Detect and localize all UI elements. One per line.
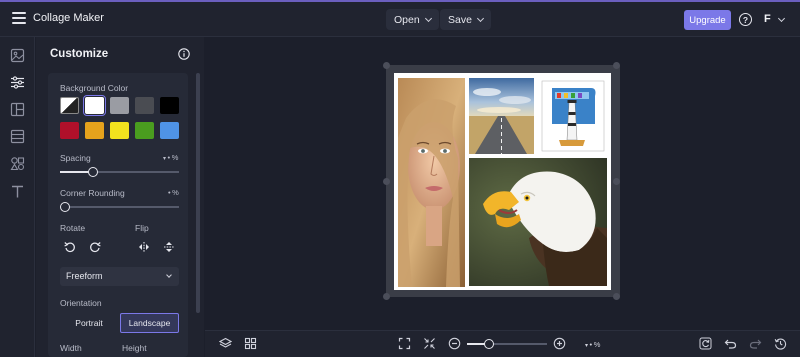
info-icon[interactable] bbox=[178, 48, 190, 60]
panel-title: Customize bbox=[50, 48, 109, 60]
value-dot-icon: • bbox=[589, 340, 593, 349]
orientation-portrait-button[interactable]: Portrait bbox=[60, 313, 118, 333]
redo-icon[interactable] bbox=[749, 337, 762, 350]
resize-handle[interactable] bbox=[383, 293, 390, 300]
resize-handle[interactable] bbox=[613, 62, 620, 69]
corner-rounding-unit: % bbox=[172, 188, 179, 197]
color-swatch[interactable] bbox=[83, 95, 106, 116]
road-horizon-photo[interactable] bbox=[469, 78, 534, 154]
tool-rail bbox=[0, 37, 35, 357]
zoom-value: ▾ • % bbox=[585, 340, 600, 349]
app-root: Collage Maker Open Save Upgrade ? F Cust… bbox=[0, 0, 800, 357]
panel-scrollbar[interactable] bbox=[196, 73, 200, 313]
crop-ratio-select[interactable]: Freeform bbox=[60, 267, 179, 286]
spacing-label: Spacing bbox=[60, 153, 91, 163]
corner-rounding-slider-thumb[interactable] bbox=[60, 202, 70, 212]
height-label: Height bbox=[122, 343, 147, 353]
user-avatar[interactable]: F bbox=[764, 13, 771, 25]
chevron-down-icon bbox=[424, 14, 432, 22]
rotate-label: Rotate bbox=[60, 223, 86, 233]
upgrade-button[interactable]: Upgrade bbox=[684, 10, 731, 30]
color-swatch[interactable] bbox=[85, 122, 104, 139]
grid-icon[interactable] bbox=[244, 337, 257, 350]
rotate-right-icon[interactable] bbox=[88, 240, 102, 254]
value-dot-icon: • bbox=[168, 188, 171, 197]
color-swatch[interactable] bbox=[135, 122, 154, 139]
background-color-label: Background Color bbox=[60, 83, 129, 93]
zoom-in-icon[interactable] bbox=[553, 337, 566, 350]
spacing-value: ▾ • % bbox=[163, 153, 178, 162]
spacing-unit: % bbox=[171, 153, 179, 162]
color-swatch[interactable] bbox=[135, 97, 154, 114]
zoom-unit: % bbox=[593, 340, 601, 349]
width-label: Width bbox=[60, 343, 82, 353]
fit-screen-icon[interactable] bbox=[398, 337, 411, 350]
account-chevron-icon[interactable] bbox=[777, 14, 786, 23]
corner-rounding-value: • % bbox=[168, 188, 179, 197]
woman-portrait-photo[interactable] bbox=[398, 78, 465, 287]
app-title: Collage Maker bbox=[33, 12, 104, 24]
chevron-down-icon bbox=[476, 14, 484, 22]
resize-handle[interactable] bbox=[383, 178, 390, 185]
corner-rounding-label: Corner Rounding bbox=[60, 188, 125, 198]
text-icon[interactable] bbox=[10, 184, 25, 199]
spacing-down-arrow-icon: ▾ bbox=[163, 156, 167, 162]
layouts-icon[interactable] bbox=[10, 102, 25, 117]
top-bar: Collage Maker Open Save Upgrade ? F bbox=[0, 0, 800, 37]
resize-handle[interactable] bbox=[383, 62, 390, 69]
color-swatch[interactable] bbox=[160, 122, 179, 139]
bald-eagle-photo[interactable] bbox=[469, 158, 607, 286]
chevron-down-icon bbox=[166, 272, 172, 278]
resize-handle[interactable] bbox=[613, 293, 620, 300]
crop-ratio-value: Freeform bbox=[66, 271, 103, 281]
color-swatch[interactable] bbox=[60, 97, 79, 114]
actual-size-icon[interactable] bbox=[423, 337, 436, 350]
images-icon[interactable] bbox=[10, 48, 25, 63]
flip-label: Flip bbox=[135, 223, 149, 233]
flip-horizontal-icon[interactable] bbox=[137, 240, 151, 254]
zoom-down-arrow-icon: ▾ bbox=[585, 343, 589, 349]
refresh-icon[interactable] bbox=[699, 337, 712, 350]
color-swatch[interactable] bbox=[110, 122, 129, 139]
flip-vertical-icon[interactable] bbox=[162, 240, 176, 254]
lighthouse-photo[interactable] bbox=[539, 78, 607, 154]
undo-icon[interactable] bbox=[724, 337, 737, 350]
history-icon[interactable] bbox=[774, 337, 787, 350]
resize-handle[interactable] bbox=[613, 178, 620, 185]
orientation-landscape-button[interactable]: Landscape bbox=[120, 313, 179, 333]
hamburger-menu-icon[interactable] bbox=[12, 12, 26, 24]
backgrounds-icon[interactable] bbox=[10, 129, 25, 144]
color-swatch[interactable] bbox=[110, 97, 129, 114]
customize-icon[interactable] bbox=[10, 75, 25, 90]
corner-rounding-slider-track[interactable] bbox=[60, 206, 179, 208]
color-swatch[interactable] bbox=[60, 122, 79, 139]
orientation-label: Orientation bbox=[60, 298, 102, 308]
zoom-out-icon[interactable] bbox=[448, 337, 461, 350]
save-button[interactable]: Save bbox=[440, 9, 491, 30]
collage-canvas bbox=[394, 73, 611, 290]
value-dot-icon: • bbox=[167, 153, 171, 162]
save-label: Save bbox=[448, 13, 472, 26]
color-swatch[interactable] bbox=[160, 97, 179, 114]
help-icon[interactable]: ? bbox=[739, 13, 752, 26]
rotate-left-icon[interactable] bbox=[63, 240, 77, 254]
graphics-icon[interactable] bbox=[10, 156, 25, 171]
layers-icon[interactable] bbox=[219, 337, 232, 350]
open-button[interactable]: Open bbox=[386, 9, 439, 30]
open-label: Open bbox=[394, 13, 420, 26]
